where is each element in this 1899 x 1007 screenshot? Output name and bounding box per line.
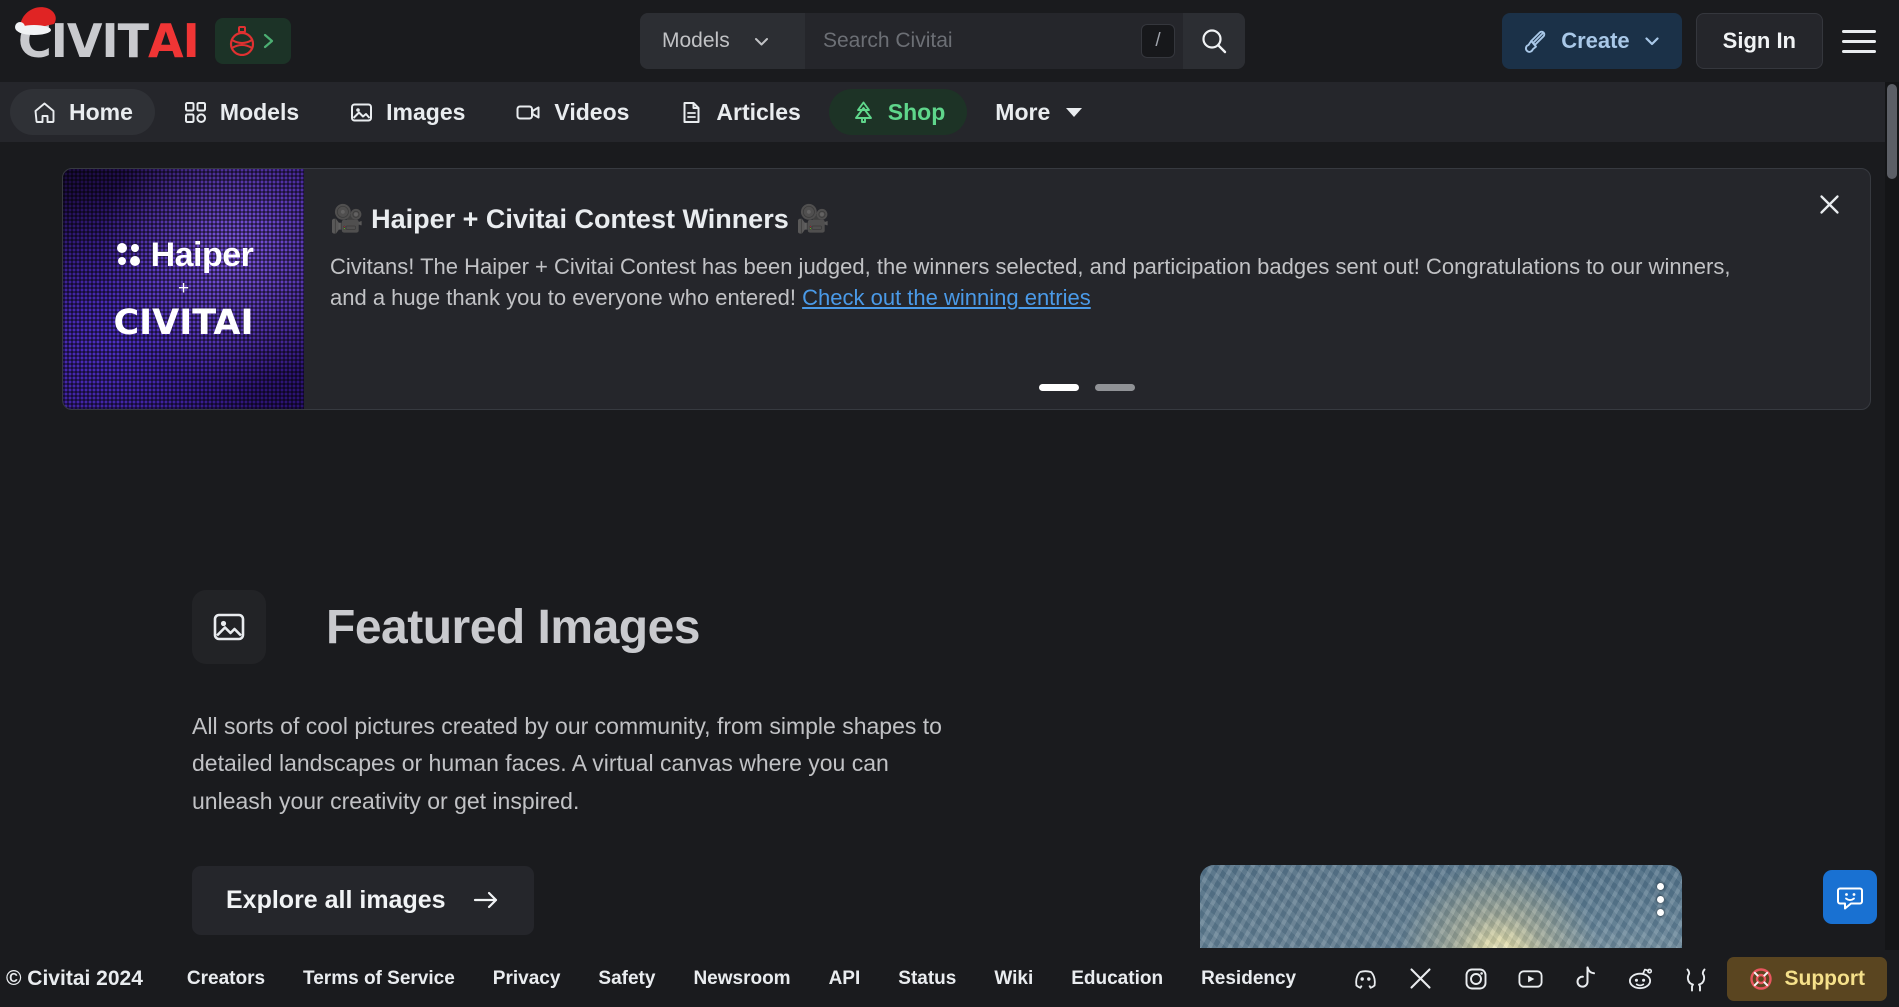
page-scrollbar[interactable]	[1885, 82, 1899, 950]
github-icon[interactable]	[1682, 965, 1709, 992]
carousel-dot[interactable]	[1095, 384, 1135, 391]
nav-item-articles[interactable]: Articles	[657, 89, 822, 135]
banner-title: 🎥 Haiper + Civitai Contest Winners 🎥	[330, 204, 830, 234]
close-icon[interactable]	[1812, 187, 1846, 221]
featured-image	[1200, 865, 1682, 948]
app-footer: © Civitai 2024 Creators Terms of Service…	[0, 950, 1899, 1007]
document-icon	[683, 101, 700, 123]
support-button[interactable]: Support	[1726, 957, 1887, 1001]
copyright-text: © Civitai 2024	[6, 966, 143, 990]
featured-text-column: Featured Images All sorts of cool pictur…	[0, 462, 1020, 935]
arrow-right-icon	[473, 892, 497, 909]
featured-images-section: Featured Images All sorts of cool pictur…	[0, 410, 1899, 948]
nav-item-videos[interactable]: Videos	[493, 89, 651, 135]
search-input[interactable]	[805, 29, 1141, 53]
chevron-down-icon	[754, 37, 768, 45]
nav-label: Videos	[554, 98, 630, 125]
haiper-logo-icon	[116, 243, 140, 266]
more-vertical-icon[interactable]	[1657, 883, 1664, 916]
banner-carousel-dots	[304, 384, 1870, 391]
grid-icon	[184, 101, 206, 123]
footer-link-education[interactable]: Education	[1071, 968, 1163, 990]
search-category-label: Models	[662, 29, 730, 52]
main-nav: Home Models Images Videos Articles Shop …	[0, 82, 1899, 142]
banner-body: 🎥 Haiper + Civitai Contest Winners 🎥 Civ…	[304, 169, 1870, 409]
banner-thumb-plus: +	[177, 277, 190, 299]
banner-thumb-haiper: Haiper	[150, 235, 254, 274]
search-icon	[1202, 29, 1227, 54]
nav-item-more[interactable]: More	[973, 89, 1104, 135]
hamburger-menu-icon[interactable]	[1837, 13, 1881, 69]
explore-all-images-button[interactable]: Explore all images	[192, 865, 534, 935]
chat-smiley-icon	[1837, 887, 1863, 910]
page-content: Haiper + CIVITAI 🎥 Haiper + Civitai Cont…	[0, 142, 1899, 948]
civitai-logo[interactable]: CIVIT AI	[15, 7, 200, 68]
caret-down-icon	[1066, 107, 1083, 117]
reddit-icon[interactable]	[1627, 965, 1654, 992]
carousel-dot[interactable]	[1039, 384, 1079, 391]
banner-text: Civitans! The Haiper + Civitai Contest h…	[330, 251, 1760, 313]
footer-link-wiki[interactable]: Wiki	[994, 968, 1033, 990]
social-links	[1352, 965, 1764, 992]
video-camera-icon	[516, 105, 540, 119]
discord-icon[interactable]	[1352, 965, 1379, 992]
chevron-right-icon	[264, 33, 274, 49]
banner-thumb-civitai: CIVITAI	[113, 302, 254, 343]
footer-link-safety[interactable]: Safety	[598, 968, 655, 990]
create-button[interactable]: Create	[1502, 13, 1682, 69]
brush-icon	[1525, 30, 1546, 53]
image-icon	[351, 103, 373, 121]
santa-hat-icon	[15, 7, 56, 35]
featured-image-card[interactable]	[1200, 865, 1682, 948]
nav-label: Shop	[887, 98, 946, 125]
page-title: Featured Images	[326, 600, 700, 654]
search-bar: Models /	[640, 13, 1245, 69]
holiday-shop-button[interactable]	[214, 18, 291, 64]
home-icon	[34, 102, 55, 123]
x-icon[interactable]	[1407, 965, 1434, 992]
footer-link-api[interactable]: API	[829, 968, 861, 990]
announcement-banner: Haiper + CIVITAI 🎥 Haiper + Civitai Cont…	[62, 168, 1871, 410]
tiktok-icon[interactable]	[1572, 965, 1599, 992]
featured-heading: Featured Images	[192, 590, 1020, 664]
christmas-tree-icon	[854, 101, 872, 123]
nav-item-shop[interactable]: Shop	[828, 89, 968, 135]
explore-button-label: Explore all images	[226, 885, 446, 914]
nav-label: Models	[219, 98, 300, 125]
search-shortcut-badge: /	[1141, 24, 1175, 58]
nav-item-models[interactable]: Models	[161, 89, 321, 135]
sign-in-button[interactable]: Sign In	[1695, 13, 1823, 69]
nav-label: More	[995, 98, 1051, 125]
header-actions: Create Sign In	[1502, 13, 1881, 69]
banner-link[interactable]: Check out the winning entries	[802, 285, 1091, 310]
instagram-icon[interactable]	[1462, 965, 1489, 992]
scrollbar-thumb[interactable]	[1887, 84, 1897, 179]
chat-widget-button[interactable]	[1823, 870, 1877, 924]
youtube-icon[interactable]	[1517, 965, 1544, 992]
nav-label: Articles	[716, 98, 801, 125]
image-icon	[192, 590, 266, 664]
footer-link-residency[interactable]: Residency	[1201, 968, 1296, 990]
banner-thumbnail: Haiper + CIVITAI	[63, 169, 304, 409]
nav-item-home[interactable]: Home	[10, 89, 155, 135]
christmas-ornament-icon	[230, 26, 255, 56]
footer-link-status[interactable]: Status	[898, 968, 956, 990]
nav-label: Home	[69, 98, 133, 125]
lifebuoy-icon	[1749, 968, 1772, 990]
featured-description: All sorts of cool pictures created by ou…	[192, 713, 942, 814]
search-category-dropdown[interactable]: Models	[640, 13, 805, 69]
logo-text-ai: AI	[147, 14, 200, 68]
app-header: CIVITAI Models /	[0, 0, 1899, 82]
footer-link-creators[interactable]: Creators	[187, 968, 265, 990]
nav-label: Images	[386, 98, 466, 125]
footer-link-newsroom[interactable]: Newsroom	[693, 968, 790, 990]
create-button-label: Create	[1561, 28, 1630, 53]
nav-item-images[interactable]: Images	[327, 89, 487, 135]
brand-area: CIVIT AI	[15, 7, 291, 68]
support-button-label: Support	[1784, 967, 1865, 990]
footer-link-terms-of-service[interactable]: Terms of Service	[303, 968, 455, 990]
footer-link-privacy[interactable]: Privacy	[493, 968, 561, 990]
chevron-down-icon	[1645, 37, 1659, 46]
search-submit-button[interactable]	[1183, 13, 1245, 69]
